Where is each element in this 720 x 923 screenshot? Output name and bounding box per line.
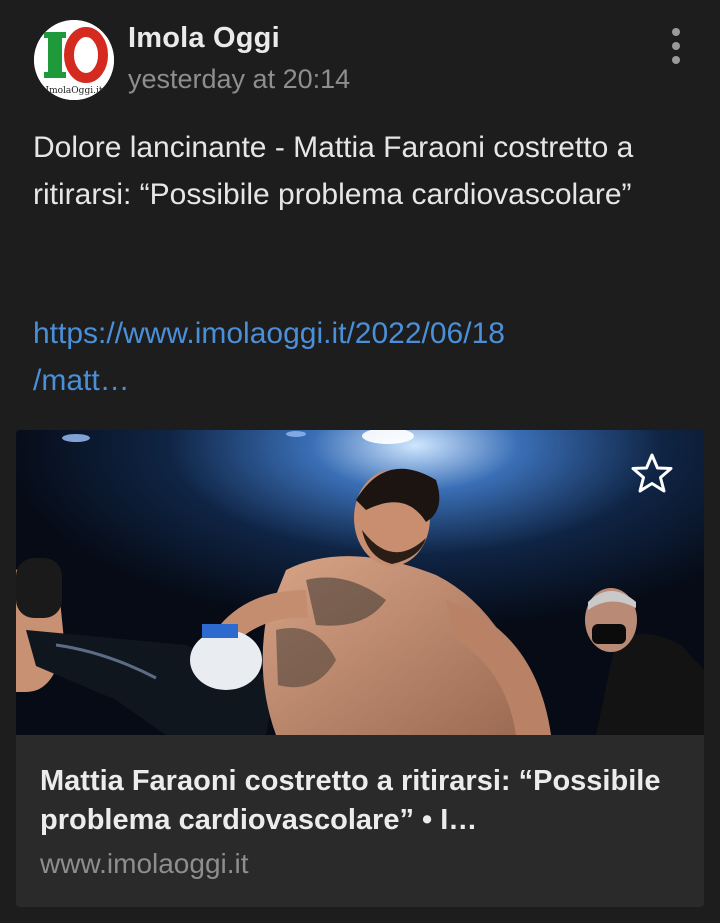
star-outline-icon bbox=[631, 453, 673, 493]
save-link-button[interactable] bbox=[628, 450, 676, 498]
logo-caption: ImolaOggi.it bbox=[46, 86, 103, 96]
more-vertical-icon-dot bbox=[672, 42, 680, 50]
more-vertical-icon-dot bbox=[672, 56, 680, 64]
more-vertical-icon bbox=[672, 28, 680, 36]
more-options-button[interactable] bbox=[656, 24, 696, 68]
post-text: Dolore lancinante - Mattia Faraoni costr… bbox=[33, 131, 634, 211]
author-name[interactable]: Imola Oggi bbox=[128, 22, 280, 55]
imola-oggi-logo: ImolaOggi.it bbox=[34, 20, 114, 100]
link-preview-card[interactable]: Mattia Faraoni costretto a ritirarsi: “P… bbox=[16, 430, 704, 907]
author-avatar[interactable]: ImolaOggi.it bbox=[34, 20, 114, 100]
fighter-photo bbox=[16, 430, 704, 735]
card-domain: www.imolaoggi.it bbox=[40, 848, 249, 879]
post-link[interactable]: https://www.imolaoggi.it/2022/06/18 /mat… bbox=[33, 310, 633, 404]
post-timestamp[interactable]: yesterday at 20:14 bbox=[128, 64, 350, 95]
card-title[interactable]: Mattia Faraoni costretto a ritirarsi: “P… bbox=[40, 762, 680, 840]
card-image[interactable] bbox=[16, 430, 704, 735]
post-container: ImolaOggi.it Imola Oggi yesterday at 20:… bbox=[0, 0, 720, 923]
